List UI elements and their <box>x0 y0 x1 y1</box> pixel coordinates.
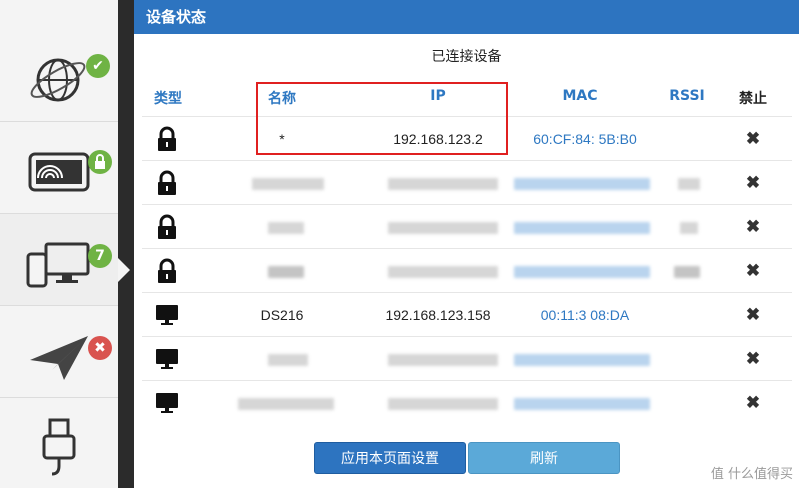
col-header-rssi: RSSI <box>669 88 705 104</box>
col-header-type: 类型 <box>154 91 182 107</box>
block-device-button[interactable]: ✖ <box>728 205 778 249</box>
masked-rssi <box>680 222 698 234</box>
globe-network-icon <box>30 58 86 102</box>
table-row: ✖ <box>142 248 792 292</box>
lock-icon <box>158 258 176 283</box>
active-pointer <box>118 258 130 282</box>
masked-mac <box>514 266 650 278</box>
masked-name <box>252 178 324 190</box>
lock-icon <box>158 170 176 195</box>
masked-mac <box>514 178 650 190</box>
block-device-button[interactable]: ✖ <box>728 381 778 425</box>
masked-name <box>268 266 304 278</box>
watermark: 值 什么值得买 <box>710 467 793 482</box>
paper-plane-icon <box>30 336 88 380</box>
connected-devices-title: 已连接设备 <box>431 49 502 65</box>
device-name: DS216 <box>260 307 304 323</box>
sidebar-divider <box>118 0 134 488</box>
sidebar: ✔ 7 ✖ <box>0 0 118 488</box>
block-device-button[interactable]: ✖ <box>728 161 778 205</box>
error-badge-icon: ✖ <box>88 336 112 360</box>
table-row: ✖ <box>142 336 792 380</box>
block-device-button[interactable]: ✖ <box>728 117 778 161</box>
monitor-icon <box>156 349 178 369</box>
masked-rssi <box>678 178 700 190</box>
masked-mac <box>514 222 650 234</box>
masked-ip <box>388 354 498 366</box>
block-device-button[interactable]: ✖ <box>728 249 778 293</box>
masked-mac <box>514 354 650 366</box>
col-header-block: 禁止 <box>739 91 767 107</box>
device-status-panel: 设备状态 已连接设备 类型 名称 IP MAC RSSI 禁止 * 192.16… <box>134 0 799 488</box>
block-device-button[interactable]: ✖ <box>728 337 778 381</box>
table-row: ✖ <box>142 380 792 424</box>
device-mac: 60:CF:84: 5B:B0 <box>533 131 637 147</box>
col-header-mac: MAC <box>562 88 598 104</box>
table-row: DS216 192.168.123.158 00:11:3 08:DA ✖ <box>142 292 792 336</box>
masked-ip <box>388 266 498 278</box>
monitor-icon <box>156 305 178 325</box>
refresh-button[interactable]: 刷新 <box>468 442 620 474</box>
panel-title: 设备状态 <box>134 0 799 34</box>
masked-name <box>238 398 334 410</box>
masked-name <box>268 222 304 234</box>
wifi-tablet-icon <box>28 152 90 192</box>
masked-mac <box>514 398 650 410</box>
masked-ip <box>388 178 498 190</box>
block-device-button[interactable]: ✖ <box>728 293 778 337</box>
sidebar-item-internet[interactable]: ✔ <box>0 30 118 122</box>
check-badge-icon: ✔ <box>86 54 110 78</box>
count-badge-icon: 7 <box>88 244 112 268</box>
monitor-icon <box>156 393 178 413</box>
sidebar-item-usb[interactable] <box>0 398 118 488</box>
table-row: ✖ <box>142 204 792 248</box>
apply-settings-button[interactable]: 应用本页面设置 <box>314 442 466 474</box>
device-mac: 00:11:3 08:DA <box>540 307 630 323</box>
sidebar-item-devices[interactable]: 7 <box>0 214 118 306</box>
lock-badge-icon <box>88 150 112 174</box>
masked-name <box>268 354 308 366</box>
sidebar-item-vpn[interactable]: ✖ <box>0 306 118 398</box>
devices-icon <box>26 242 90 288</box>
highlight-box <box>256 82 508 155</box>
lock-icon <box>158 126 176 151</box>
masked-rssi <box>674 266 700 278</box>
masked-ip <box>388 398 498 410</box>
device-ip: 192.168.123.158 <box>385 307 491 323</box>
lock-icon <box>158 214 176 239</box>
masked-ip <box>388 222 498 234</box>
sidebar-item-wireless[interactable] <box>0 122 118 214</box>
table-row: ✖ <box>142 160 792 204</box>
usb-icon <box>42 418 76 476</box>
